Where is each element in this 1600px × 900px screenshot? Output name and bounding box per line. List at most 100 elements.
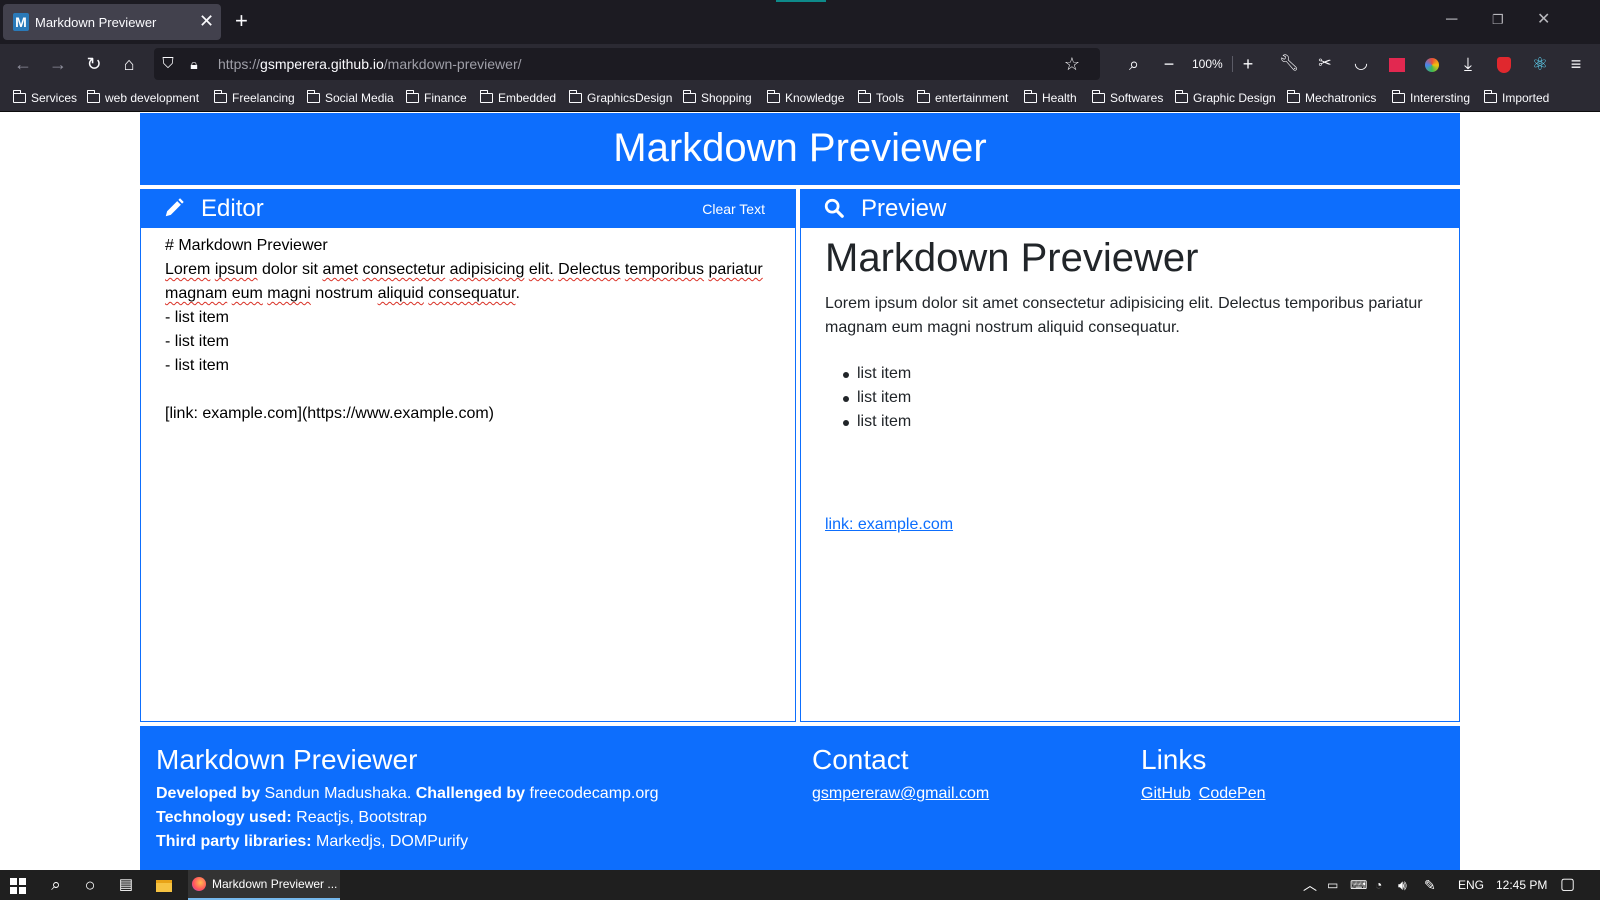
minimize-window-icon[interactable]: ─ [1446, 10, 1457, 30]
bookmark-folder[interactable]: Imported [1483, 84, 1549, 112]
system-clock[interactable]: 12:45 PM [1496, 870, 1547, 900]
tab-title: Markdown Previewer [35, 15, 157, 30]
taskbar-app-firefox[interactable]: Markdown Previewer ... [188, 870, 340, 900]
page-viewport: Markdown Previewer Editor Clear Text # M… [0, 113, 1600, 870]
bookmark-folder[interactable]: Embedded [479, 84, 556, 112]
folder-icon [1174, 90, 1188, 103]
lock-icon[interactable]: 🔒︎ [180, 44, 208, 84]
back-icon[interactable]: ← [9, 44, 37, 84]
folder-icon [766, 90, 780, 103]
volume-icon[interactable]: 🔊︎ [1398, 870, 1407, 900]
preview-heading: Markdown Previewer [825, 236, 1199, 280]
bookmark-folder[interactable]: web development [86, 84, 199, 112]
close-window-icon[interactable]: ✕ [1537, 10, 1550, 30]
preview-header: Preview [801, 190, 1459, 228]
bookmark-folder[interactable]: Softwares [1091, 84, 1163, 112]
downloads-icon[interactable]: ⤓ [1454, 44, 1482, 84]
start-icon[interactable] [6, 870, 30, 900]
tab-close-icon[interactable]: ✕ [199, 11, 214, 31]
footer-about: Markdown Previewer Developed by Sandun M… [156, 742, 659, 854]
codepen-link[interactable]: CodePen [1199, 785, 1266, 802]
wrench-icon[interactable]: 🔧︎ [1275, 44, 1303, 84]
pencil-icon [163, 197, 185, 224]
extension-shield-icon[interactable] [1490, 44, 1518, 84]
bookmark-folder[interactable]: Shopping [682, 84, 752, 112]
editor-title: Editor [201, 195, 264, 222]
bookmark-star-icon[interactable]: ☆ [1058, 44, 1086, 84]
editor-textarea[interactable]: # Markdown Previewer Lorem ipsum dolor s… [165, 234, 775, 426]
forward-icon[interactable]: → [44, 44, 72, 84]
navigation-toolbar: ← → ↻ ⌂ ⛉ 🔒︎ https://gsmperera.github.io… [0, 44, 1600, 84]
react-devtools-icon[interactable]: ⚛ [1526, 44, 1554, 84]
search-icon[interactable]: ⌕ [1120, 44, 1148, 84]
footer-libraries: Third party libraries: Markedjs, DOMPuri… [156, 833, 469, 850]
app-header-title: Markdown Previewer [140, 113, 1460, 185]
bookmark-folder[interactable]: Freelancing [213, 84, 295, 112]
reload-icon[interactable]: ↻ [80, 44, 108, 84]
screenshot-icon[interactable]: ✂ [1311, 44, 1339, 84]
github-link[interactable]: GitHub [1141, 785, 1191, 802]
editor-line: [link: example.com](https://www.example.… [165, 405, 494, 422]
folder-icon [405, 90, 419, 103]
bookmark-folder[interactable]: GraphicsDesign [568, 84, 672, 112]
editor-line: # Markdown Previewer [165, 237, 328, 254]
list-item: list item [825, 362, 911, 386]
browser-tab-strip: M Markdown Previewer ✕ + ─ ❐ ✕ [0, 0, 1600, 44]
meet-now-icon[interactable]: ▭ [1327, 870, 1338, 900]
address-bar[interactable]: ⛉ 🔒︎ https://gsmperera.github.io/markdow… [154, 48, 1100, 80]
windows-taskbar: ⌕ ○ ▤ Markdown Previewer ... ︿ ▭ ⌨ ◔ 🔊︎ … [0, 870, 1600, 900]
bookmark-folder[interactable]: Services [12, 84, 77, 112]
search-taskbar-icon[interactable]: ⌕ [44, 870, 68, 900]
bookmark-folder[interactable]: Graphic Design [1174, 84, 1276, 112]
footer-technology: Technology used: Reactjs, Bootstrap [156, 809, 427, 826]
folder-icon [213, 90, 227, 103]
bookmark-folder[interactable]: Health [1023, 84, 1077, 112]
pen-icon[interactable]: ✎ [1424, 870, 1436, 900]
cortana-icon[interactable]: ○ [78, 870, 102, 900]
contact-email-link[interactable]: gsmpereraw@gmail.com [812, 785, 989, 802]
extension-red-icon[interactable] [1383, 44, 1411, 84]
preview-link[interactable]: link: example.com [825, 516, 953, 534]
zoom-in-icon[interactable]: + [1234, 44, 1262, 84]
new-tab-icon[interactable]: + [235, 8, 248, 34]
input-method-icon[interactable]: ⌨ [1350, 870, 1367, 900]
task-view-icon[interactable]: ▤ [114, 870, 138, 900]
wifi-icon[interactable]: ◔ [1375, 870, 1382, 900]
tabbar-accent [776, 0, 826, 2]
menu-icon[interactable]: ≡ [1562, 44, 1590, 84]
clear-text-button[interactable]: Clear Text [702, 201, 765, 217]
tray-chevron-icon[interactable]: ︿ [1303, 870, 1317, 900]
shield-icon[interactable]: ⛉ [154, 44, 182, 84]
bookmark-folder[interactable]: Finance [405, 84, 467, 112]
folder-icon [306, 90, 320, 103]
bookmark-folder[interactable]: Tools [857, 84, 904, 112]
restore-window-icon[interactable]: ❐ [1492, 10, 1504, 30]
bookmark-folder[interactable]: Interersting [1391, 84, 1470, 112]
folder-icon [1023, 90, 1037, 103]
folder-icon [1286, 90, 1300, 103]
bookmark-folder[interactable]: Knowledge [766, 84, 844, 112]
bookmark-folder[interactable]: Mechatronics [1286, 84, 1376, 112]
preview-title: Preview [861, 195, 947, 222]
firefox-icon [192, 877, 206, 891]
zoom-out-icon[interactable]: − [1155, 44, 1183, 84]
file-explorer-icon[interactable] [152, 870, 176, 900]
folder-icon [86, 90, 100, 103]
taskbar-app-label: Markdown Previewer ... [212, 877, 338, 891]
list-item: list item [825, 410, 911, 434]
zoom-level[interactable]: 100% [1192, 44, 1223, 84]
folder-icon [682, 90, 696, 103]
extension-color-icon[interactable] [1418, 44, 1446, 84]
bookmark-folder[interactable]: entertainment [916, 84, 1008, 112]
language-indicator[interactable]: ENG [1458, 870, 1484, 900]
bookmark-folder[interactable]: Social Media [306, 84, 394, 112]
home-icon[interactable]: ⌂ [115, 44, 143, 84]
preview-panel: Preview Markdown Previewer Lorem ipsum d… [800, 189, 1460, 722]
browser-tab-active[interactable]: M Markdown Previewer ✕ [3, 4, 221, 40]
pocket-icon[interactable]: ◡ [1347, 44, 1375, 84]
editor-line: - list item [165, 357, 229, 374]
notifications-icon[interactable]: ▢ [1560, 870, 1575, 900]
footer-credits: Developed by Sandun Madushaka. Challenge… [156, 785, 659, 802]
url-text[interactable]: https://gsmperera.github.io/markdown-pre… [218, 56, 522, 72]
footer-links-title: Links [1141, 744, 1207, 775]
